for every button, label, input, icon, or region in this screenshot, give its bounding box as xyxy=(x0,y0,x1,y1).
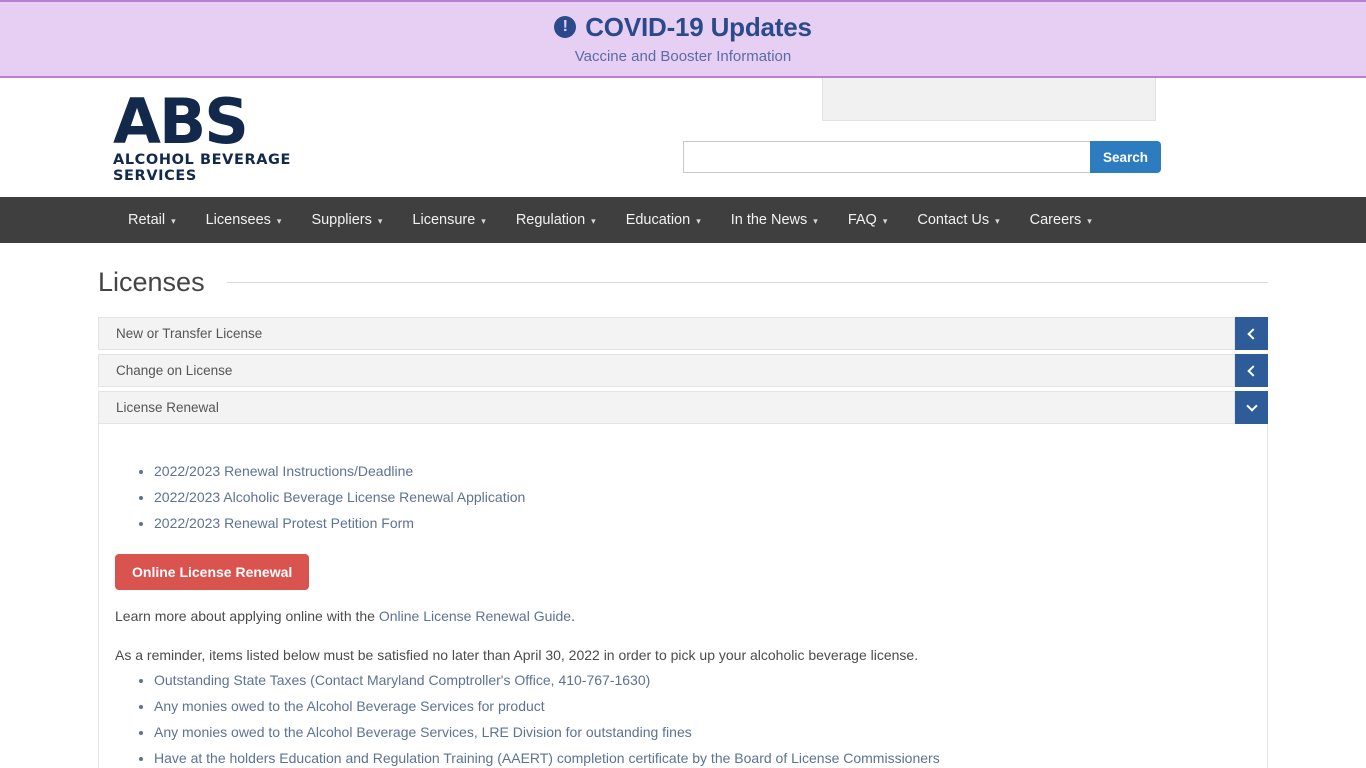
list-item: 2022/2023 Alcoholic Beverage License Ren… xyxy=(154,485,1267,510)
chevron-left-icon xyxy=(1247,364,1259,377)
chevron-down-icon: ▾ xyxy=(377,216,383,226)
nav-label: Retail xyxy=(128,212,166,228)
chevron-down-icon: ▾ xyxy=(171,216,176,226)
exclamation-circle-icon: ! xyxy=(554,16,577,38)
nav-label: Education xyxy=(625,212,691,228)
nav-label: Regulation xyxy=(515,212,586,228)
list-item: Outstanding State Taxes (Contact Marylan… xyxy=(154,668,1267,693)
nav-item-faq[interactable]: FAQ ▾ xyxy=(833,197,903,243)
chevron-down-icon: ▾ xyxy=(696,216,701,226)
online-license-renewal-button[interactable]: Online License Renewal xyxy=(115,554,310,590)
guide-text-suffix: . xyxy=(571,608,575,624)
nav-label: FAQ xyxy=(847,212,877,228)
main-content: New or Transfer License Change on Licens… xyxy=(0,298,1366,768)
list-item: Any monies owed to the Alcohol Beverage … xyxy=(154,694,1267,719)
nav-item-careers[interactable]: Careers ▾ xyxy=(1015,197,1107,243)
list-item: Any monies owed to the Alcohol Beverage … xyxy=(154,720,1267,745)
list-item: 2022/2023 Renewal Instructions/Deadline xyxy=(154,459,1267,484)
chevron-down-icon xyxy=(1245,399,1258,412)
online-license-renewal-guide-link[interactable]: Online License Renewal Guide xyxy=(379,608,571,624)
renewal-link-application[interactable]: 2022/2023 Alcoholic Beverage License Ren… xyxy=(154,489,525,505)
chevron-left-icon xyxy=(1247,327,1259,340)
site-header: ABS ALCOHOL BEVERAGE SERVICES Search xyxy=(0,78,1366,197)
list-item: Have at the holders Education and Regula… xyxy=(154,746,1267,768)
search-input[interactable] xyxy=(683,141,1090,173)
renewal-requirements-list: Outstanding State Taxes (Contact Marylan… xyxy=(99,668,1267,768)
page-title-row: Licenses xyxy=(0,243,1366,298)
logo-tagline: ALCOHOL BEVERAGE SERVICES xyxy=(113,152,292,184)
nav-item-retail[interactable]: Retail ▾ xyxy=(113,197,191,243)
accordion-toggle-change-on-license[interactable] xyxy=(1235,354,1268,387)
nav-item-in-the-news[interactable]: In the News ▾ xyxy=(716,197,833,243)
nav-label: Licensees xyxy=(205,212,271,228)
search-button[interactable]: Search xyxy=(1090,141,1161,173)
accordion-header: Change on License xyxy=(98,354,1268,387)
nav-label: Licensure xyxy=(412,212,476,228)
accordion-title-new-or-transfer-license[interactable]: New or Transfer License xyxy=(98,317,1235,350)
chevron-down-icon: ▾ xyxy=(591,216,596,226)
list-item: 2022/2023 Renewal Protest Petition Form xyxy=(154,511,1267,536)
nav-item-education[interactable]: Education ▾ xyxy=(611,197,716,243)
nav-label: Contact Us xyxy=(917,212,990,228)
accordion-item-change-on-license: Change on License xyxy=(98,354,1268,387)
guide-text-prefix: Learn more about applying online with th… xyxy=(115,608,379,624)
accordion-panel-license-renewal: 2022/2023 Renewal Instructions/Deadline … xyxy=(98,424,1268,768)
nav-item-regulation[interactable]: Regulation ▾ xyxy=(501,197,611,243)
header-utility-panel xyxy=(822,78,1156,121)
renewal-document-list: 2022/2023 Renewal Instructions/Deadline … xyxy=(99,459,1267,536)
chevron-down-icon: ▾ xyxy=(813,216,818,226)
site-logo[interactable]: ABS ALCOHOL BEVERAGE SERVICES xyxy=(113,85,353,185)
site-search: Search xyxy=(683,141,1161,173)
accordion-item-license-renewal: License Renewal 2022/2023 Renewal Instru… xyxy=(98,391,1268,768)
covid-banner-subtitle[interactable]: Vaccine and Booster Information xyxy=(0,47,1366,67)
accordion-toggle-license-renewal[interactable] xyxy=(1235,391,1268,424)
accordion-header: License Renewal xyxy=(98,391,1268,424)
page-title: Licenses xyxy=(98,267,205,297)
nav-item-suppliers[interactable]: Suppliers ▾ xyxy=(296,197,397,243)
main-navigation: Retail ▾ Licensees ▾ Suppliers ▾ Licensu… xyxy=(0,197,1366,243)
covid-banner-title[interactable]: COVID-19 Updates xyxy=(585,11,812,43)
covid-banner-title-row: ! COVID-19 Updates xyxy=(0,11,1366,43)
renewal-link-protest-petition[interactable]: 2022/2023 Renewal Protest Petition Form xyxy=(154,515,414,531)
nav-item-contact-us[interactable]: Contact Us ▾ xyxy=(902,197,1014,243)
covid-banner: ! COVID-19 Updates Vaccine and Booster I… xyxy=(0,0,1366,78)
renewal-reminder-paragraph: As a reminder, items listed below must b… xyxy=(115,647,919,663)
chevron-down-icon: ▾ xyxy=(995,216,1000,226)
accordion-header: New or Transfer License xyxy=(98,317,1268,350)
accordion-title-change-on-license[interactable]: Change on License xyxy=(98,354,1235,387)
chevron-down-icon: ▾ xyxy=(882,216,888,226)
chevron-down-icon: ▾ xyxy=(1087,216,1092,226)
renewal-guide-paragraph: Learn more about applying online with th… xyxy=(115,604,1267,629)
nav-label: Careers xyxy=(1029,212,1082,228)
accordion-title-license-renewal[interactable]: License Renewal xyxy=(98,391,1235,424)
nav-item-licensees[interactable]: Licensees ▾ xyxy=(191,197,297,243)
nav-label: In the News xyxy=(730,212,808,228)
chevron-down-icon: ▾ xyxy=(481,216,486,226)
title-divider xyxy=(226,282,1268,283)
chevron-down-icon: ▾ xyxy=(276,216,282,226)
nav-item-licensure[interactable]: Licensure ▾ xyxy=(397,197,500,243)
accordion-item-new-or-transfer-license: New or Transfer License xyxy=(98,317,1268,350)
nav-label: Suppliers xyxy=(311,212,372,228)
logo-abs-text: ABS xyxy=(113,85,249,158)
accordion-toggle-new-or-transfer-license[interactable] xyxy=(1235,317,1268,350)
renewal-link-instructions[interactable]: 2022/2023 Renewal Instructions/Deadline xyxy=(154,463,413,479)
